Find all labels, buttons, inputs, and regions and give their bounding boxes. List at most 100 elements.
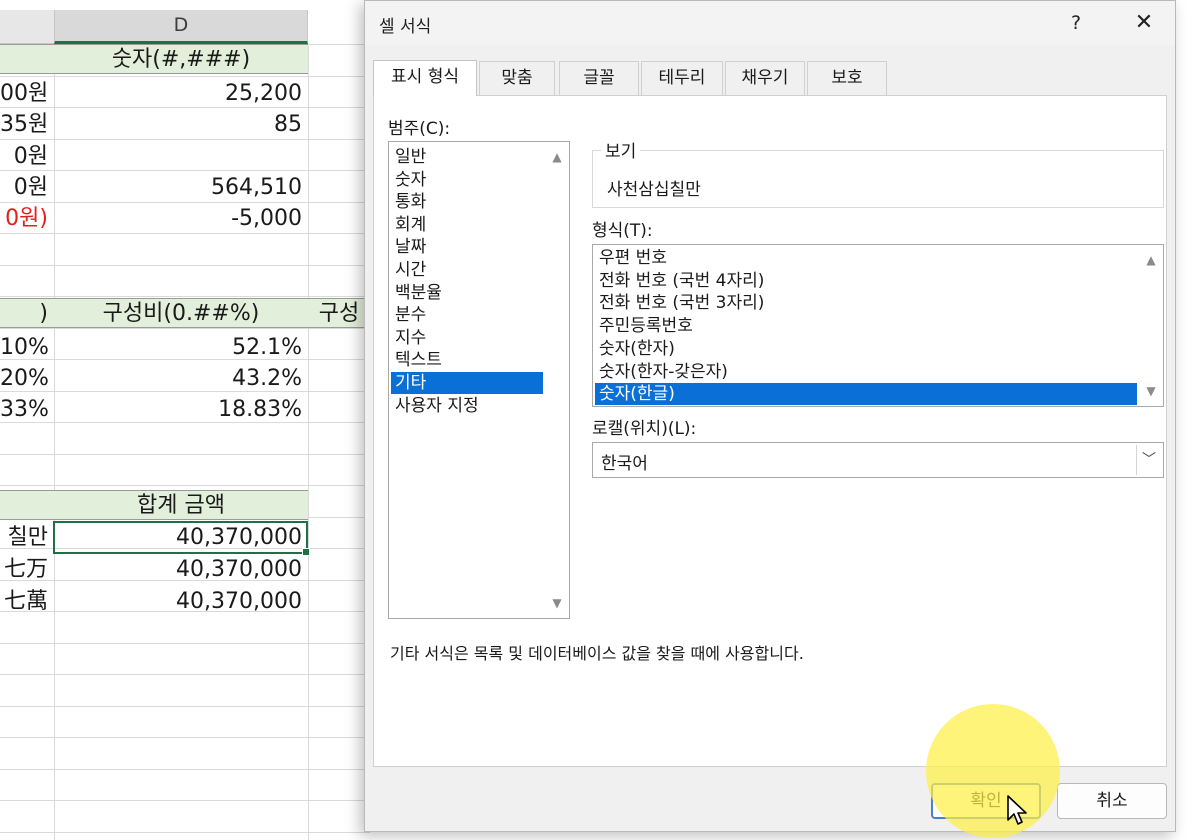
grid-line (0, 76, 370, 77)
cell-d[interactable] (54, 142, 308, 172)
cell-c[interactable]: 35원 (0, 110, 54, 140)
column-header-c[interactable] (0, 10, 54, 44)
grid-line (0, 674, 370, 675)
grid-line (0, 737, 370, 738)
type-item[interactable]: 주민등록번호 (595, 315, 1137, 337)
scroll-up-icon[interactable]: ▲ (1144, 253, 1158, 267)
cell-c[interactable]: 00원 (0, 79, 54, 109)
fill-handle[interactable] (302, 548, 310, 556)
sample-value: 사천삼십칠만 (607, 180, 701, 200)
cell-d[interactable]: 40,370,000 (54, 587, 308, 617)
cell-e[interactable]: 구성 (308, 298, 370, 328)
dialog-titlebar: 셀 서식 ? ✕ (365, 1, 1175, 45)
cell-d[interactable]: 25,200 (54, 79, 308, 109)
type-item[interactable]: 숫자(한자-갖은자) (595, 361, 1137, 383)
cell-d[interactable]: 52.1% (54, 333, 308, 363)
type-item[interactable]: 숫자(한글) (595, 383, 1137, 406)
cell-c[interactable]: 0원) (0, 204, 54, 234)
cell-d[interactable]: 85 (54, 110, 308, 140)
cell-d[interactable] (54, 458, 308, 488)
category-item[interactable]: 백분율 (391, 282, 543, 304)
cell-c[interactable]: 33% (0, 395, 54, 425)
type-scrollbar[interactable]: ▲ ▼ (1139, 245, 1163, 406)
tab-alignment[interactable]: 맞춤 (479, 61, 555, 95)
number-tab-panel: 범주(C): 일반 숫자 통화 회계 날짜 시간 백분율 분수 지수 텍스트 기타 사용자 지정 ▲ … (373, 95, 1167, 767)
grid-line (0, 296, 370, 297)
category-list[interactable]: 일반 숫자 통화 회계 날짜 시간 백분율 분수 지수 텍스트 기타 사용자 지정 ▲ ▼ (388, 141, 570, 619)
format-cells-dialog: 셀 서식 ? ✕ 표시 형식 맞춤 글꼴 테두리 채우기 보호 범주(C): 일… (364, 0, 1176, 832)
type-label: 형식(T): (592, 221, 653, 241)
selected-cell[interactable] (53, 521, 310, 556)
category-scrollbar[interactable]: ▲ ▼ (545, 142, 569, 618)
cell-d[interactable]: 숫자(#,###) (54, 44, 308, 74)
cell-c[interactable]: 0원 (0, 173, 54, 203)
scroll-up-icon[interactable]: ▲ (550, 150, 564, 164)
grid-line (0, 706, 370, 707)
category-label: 범주(C): (388, 119, 451, 139)
grid-line (0, 643, 370, 644)
category-item[interactable]: 분수 (391, 304, 543, 326)
cell-d[interactable]: 구성비(0.##%) (54, 298, 308, 328)
cell-d[interactable]: -5,000 (54, 204, 308, 234)
cell-d[interactable]: 합계 금액 (54, 490, 308, 520)
help-button[interactable]: ? (1059, 9, 1093, 37)
category-item[interactable]: 텍스트 (391, 349, 543, 371)
category-item[interactable]: 회계 (391, 214, 543, 236)
cell-d[interactable] (54, 428, 308, 458)
grid-line (0, 832, 370, 833)
type-item[interactable]: 숫자(한자) (595, 338, 1137, 360)
tab-font[interactable]: 글꼴 (559, 61, 639, 95)
tab-protection[interactable]: 보호 (807, 61, 887, 95)
type-list[interactable]: 우편 번호 전화 번호 (국번 4자리) 전화 번호 (국번 3자리) 주민등록번호 숫… (592, 244, 1164, 407)
tab-fill[interactable]: 채우기 (725, 61, 805, 95)
type-item[interactable]: 우편 번호 (595, 247, 1137, 269)
category-item[interactable]: 통화 (391, 191, 543, 213)
category-item[interactable]: 숫자 (391, 169, 543, 191)
grid-line (0, 800, 370, 801)
cell-c[interactable]: 七万 (0, 555, 54, 585)
format-description: 기타 서식은 목록 및 데이터베이스 값을 찾을 때에 사용합니다. (390, 644, 804, 663)
cell-d[interactable]: 43.2% (54, 364, 308, 394)
locale-select[interactable]: 한국어 ﹀ (592, 442, 1164, 478)
category-item[interactable]: 지수 (391, 327, 543, 349)
cell-d[interactable]: 40,370,000 (54, 555, 308, 585)
category-item[interactable]: 일반 (391, 146, 543, 168)
cell-c[interactable] (0, 458, 54, 488)
cell-d[interactable] (54, 236, 308, 266)
locale-value: 한국어 (601, 454, 648, 474)
category-item[interactable]: 기타 (391, 372, 543, 394)
cell-c[interactable]: 칠만 (0, 523, 54, 553)
cell-d[interactable]: 564,510 (54, 173, 308, 203)
cell-d[interactable]: 18.83% (54, 395, 308, 425)
chevron-down-icon[interactable]: ﹀ (1136, 445, 1161, 475)
grid-line (308, 44, 309, 840)
column-header-d[interactable]: D (54, 10, 308, 44)
close-icon[interactable]: ✕ (1127, 9, 1161, 37)
tab-number[interactable]: 표시 형식 (373, 60, 477, 96)
scroll-down-icon[interactable]: ▼ (1144, 384, 1158, 398)
type-item[interactable]: 전화 번호 (국번 4자리) (595, 270, 1137, 292)
cell-c[interactable] (0, 490, 54, 520)
sample-group: 보기 사천삼십칠만 (592, 137, 1164, 208)
category-item[interactable]: 사용자 지정 (391, 395, 543, 417)
tab-border[interactable]: 테두리 (641, 61, 723, 95)
cell-c[interactable] (0, 236, 54, 266)
category-item[interactable]: 시간 (391, 259, 543, 281)
cell-c[interactable]: 10% (0, 333, 54, 363)
locale-label: 로캘(위치)(L): (592, 419, 697, 439)
cell-c[interactable] (0, 44, 54, 74)
grid-line (0, 328, 370, 329)
cell-c[interactable]: 0원 (0, 142, 54, 172)
scroll-down-icon[interactable]: ▼ (550, 596, 564, 610)
cell-c[interactable]: ) (0, 298, 54, 328)
cell-c[interactable]: 七萬 (0, 587, 54, 617)
cancel-button[interactable]: 취소 (1057, 783, 1167, 819)
grid-line (0, 769, 370, 770)
category-item[interactable]: 날짜 (391, 236, 543, 258)
type-item[interactable]: 전화 번호 (국번 3자리) (595, 292, 1137, 314)
ok-button[interactable]: 확인 (931, 783, 1041, 819)
dialog-title: 셀 서식 (379, 17, 432, 37)
sample-label: 보기 (601, 137, 641, 162)
cell-c[interactable]: 20% (0, 364, 54, 394)
cell-c[interactable] (0, 428, 54, 458)
